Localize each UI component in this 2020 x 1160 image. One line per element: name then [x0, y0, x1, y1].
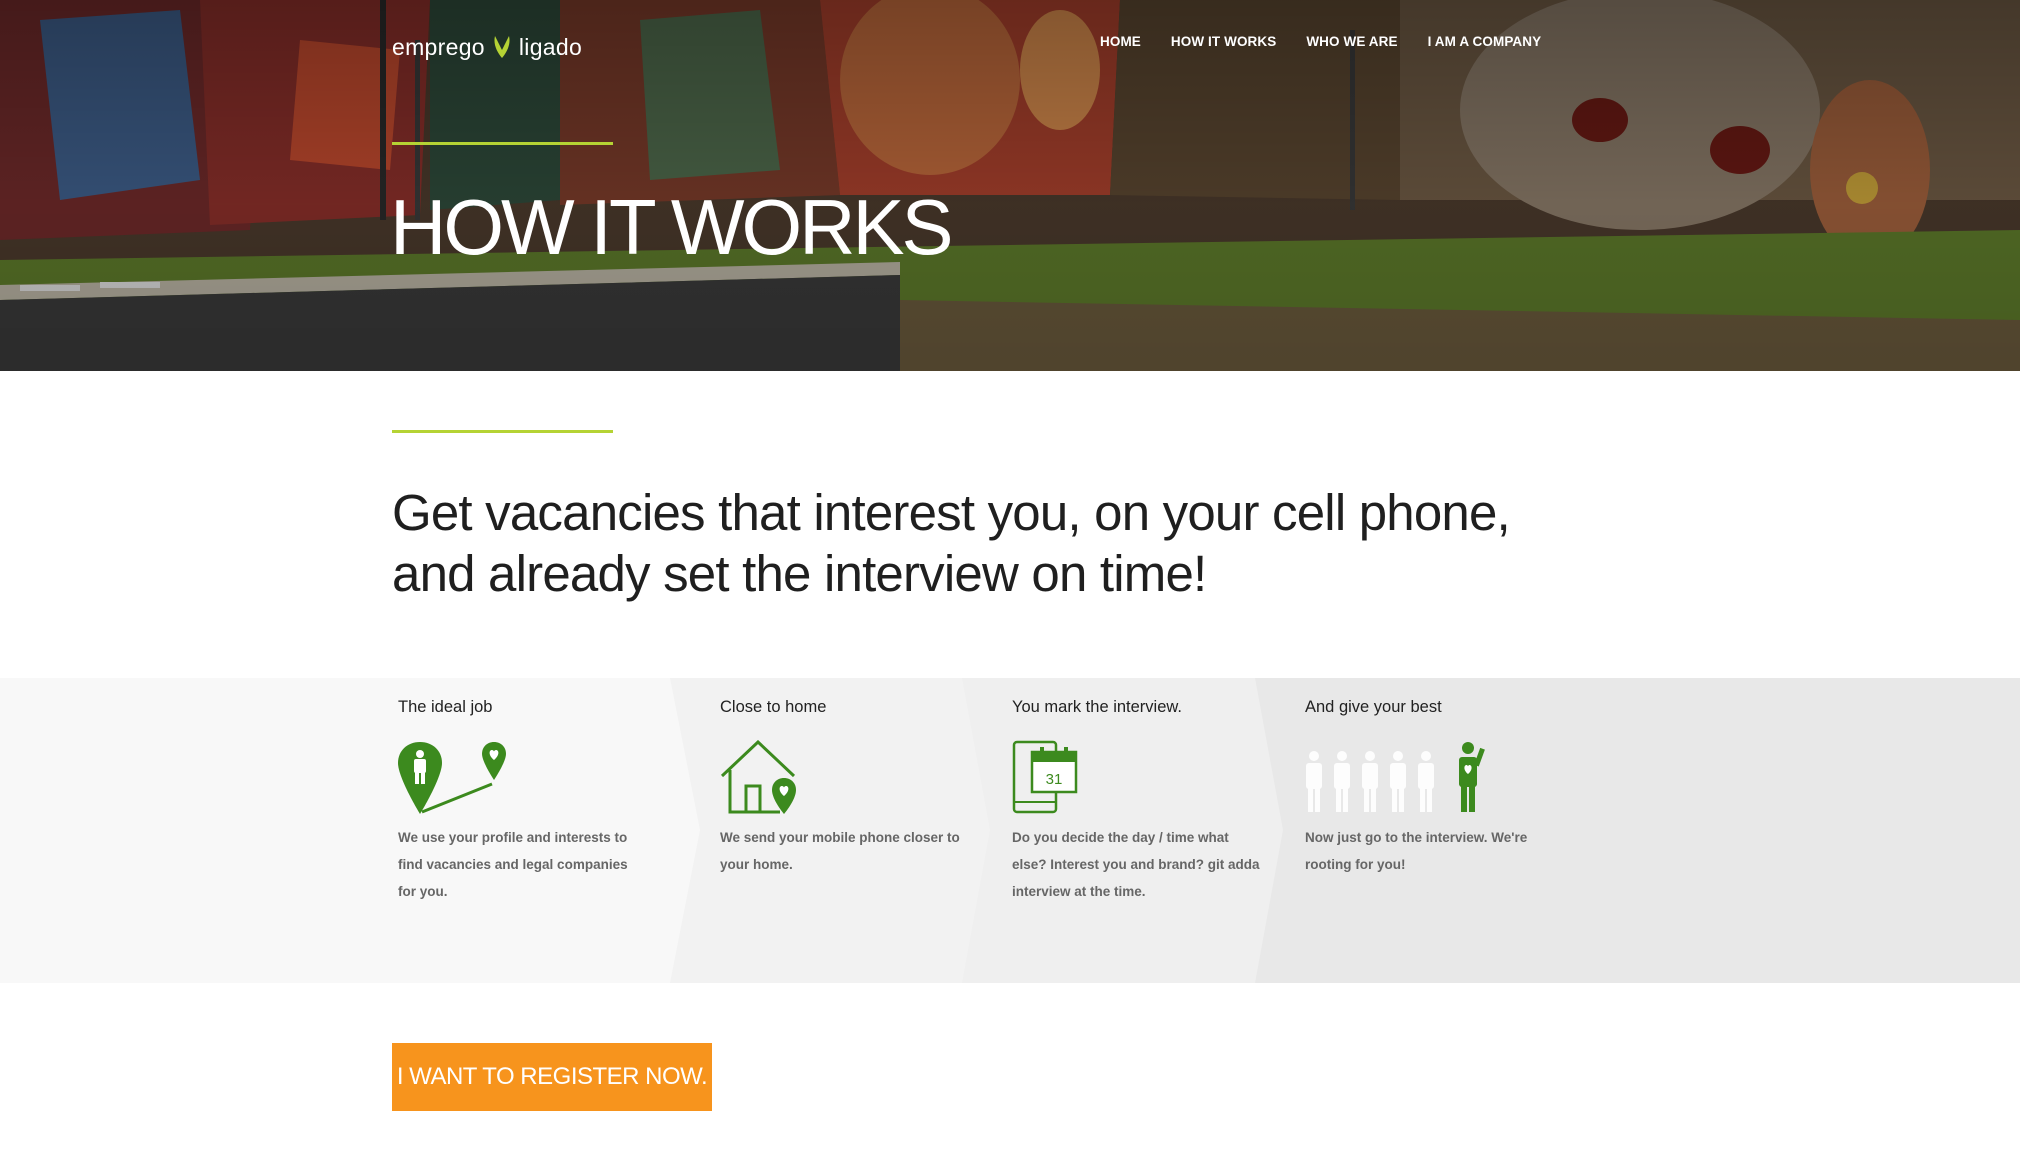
step-title: You mark the interview.: [1012, 698, 1182, 716]
people-queue-icon: [1306, 742, 1485, 812]
register-now-button[interactable]: I WANT TO REGISTER NOW.: [392, 1043, 712, 1111]
step-description: We send your mobile phone closer to your…: [720, 830, 960, 872]
leaf-logo-icon: [494, 36, 510, 58]
logo-text-right: ligado: [518, 33, 583, 60]
hero-banner: emprego ligado HOME HOW IT WORKS WHO WE …: [0, 0, 2020, 371]
calendar-day-label: 31: [1046, 771, 1063, 788]
logo-text-left: emprego: [392, 33, 485, 60]
site-logo[interactable]: emprego ligado: [392, 30, 582, 64]
intro-headline: Get vacancies that interest you, on your…: [392, 484, 1511, 602]
nav-home[interactable]: HOME: [1100, 34, 1141, 49]
nav-i-am-a-company[interactable]: I AM A COMPANY: [1428, 34, 1542, 49]
nav-how-it-works[interactable]: HOW IT WORKS: [1171, 34, 1276, 49]
step-description: Do you decide the day / time what else? …: [1012, 830, 1260, 899]
steps-chevron-background: [0, 678, 2020, 983]
intro-accent-rule: [392, 430, 613, 433]
hero-accent-rule: [392, 142, 613, 145]
step-description: We use your profile and interests to fin…: [398, 830, 628, 899]
phone-calendar-icon: 31: [1012, 740, 1078, 814]
step-title: Close to home: [720, 698, 827, 716]
steps-section: The ideal job We use your profile and in…: [0, 678, 2020, 983]
step-title: The ideal job: [398, 698, 493, 716]
page-title: HOW IT WORKS: [390, 183, 954, 271]
nav-who-we-are[interactable]: WHO WE ARE: [1306, 34, 1397, 49]
house-pin-icon: [720, 740, 796, 814]
hero-overlay: [0, 0, 2020, 371]
step-description: Now just go to the interview. We're root…: [1305, 830, 1528, 872]
step-title: And give your best: [1305, 698, 1442, 716]
main-navigation: HOME HOW IT WORKS WHO WE ARE I AM A COMP…: [1100, 34, 1541, 49]
map-pins-icon: [398, 742, 506, 814]
